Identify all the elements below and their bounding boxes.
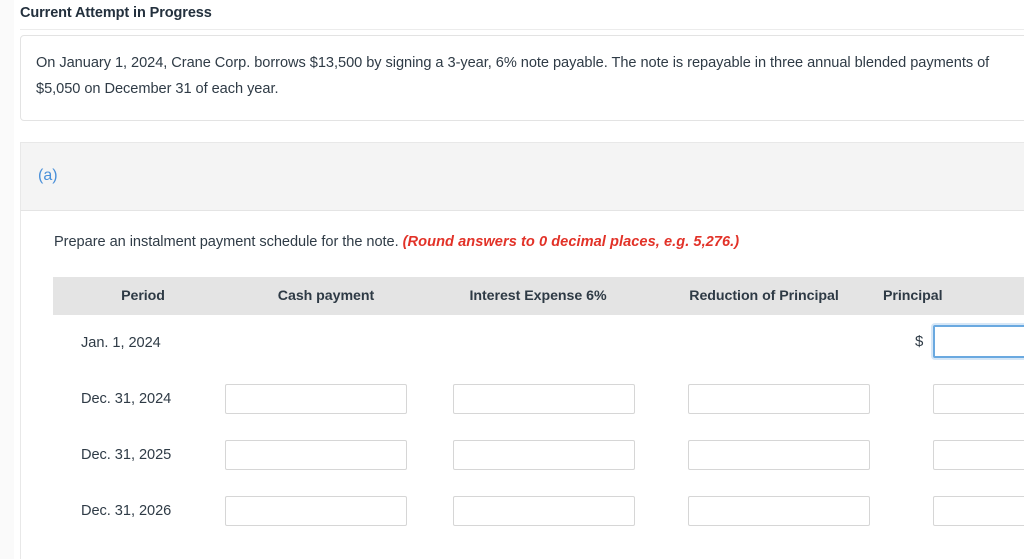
- input-cash-payment-row-1[interactable]: [225, 384, 407, 414]
- input-principal-row-0[interactable]: [933, 325, 1024, 358]
- page-root: Current Attempt in Progress On January 1…: [0, 0, 1024, 559]
- row-period-label: Dec. 31, 2025: [81, 447, 172, 463]
- instruction-main-text: Prepare an instalment payment schedule f…: [54, 234, 399, 250]
- row-period-label: Dec. 31, 2026: [81, 503, 172, 519]
- column-header-reduction-of-principal: Reduction of Principal: [689, 288, 839, 304]
- currency-symbol: $: [915, 333, 924, 350]
- table-row: Dec. 31, 2025: [53, 427, 1024, 483]
- input-principal-row-2[interactable]: [933, 440, 1024, 470]
- input-interest-expense-row-3[interactable]: [453, 496, 635, 526]
- page-left-gutter: [0, 0, 14, 559]
- part-a-header-band: (a): [20, 142, 1024, 211]
- column-header-principal: Principal: [883, 288, 943, 304]
- input-cash-payment-row-3[interactable]: [225, 496, 407, 526]
- input-reduction-of-principal-row-3[interactable]: [688, 496, 870, 526]
- instruction-line: Prepare an instalment payment schedule f…: [54, 232, 739, 252]
- column-header-period: Period: [121, 288, 165, 304]
- problem-statement-text: On January 1, 2024, Crane Corp. borrows …: [36, 55, 990, 97]
- table-row: Dec. 31, 2024: [53, 371, 1024, 427]
- part-a-label: (a): [38, 167, 58, 184]
- input-interest-expense-row-1[interactable]: [453, 384, 635, 414]
- rounding-note-text: (Round answers to 0 decimal places, e.g.…: [402, 234, 740, 250]
- input-principal-row-1[interactable]: [933, 384, 1024, 414]
- table-row: Dec. 31, 2026: [53, 483, 1024, 539]
- input-interest-expense-row-2[interactable]: [453, 440, 635, 470]
- instalment-payment-schedule-table: Period Cash payment Interest Expense 6% …: [53, 277, 1024, 557]
- input-principal-row-3[interactable]: [933, 496, 1024, 526]
- header-divider: [20, 29, 1024, 30]
- input-reduction-of-principal-row-2[interactable]: [688, 440, 870, 470]
- part-a-body-panel: Prepare an instalment payment schedule f…: [20, 211, 1024, 559]
- column-header-cash-payment: Cash payment: [277, 288, 375, 304]
- column-header-interest-expense: Interest Expense 6%: [469, 288, 607, 304]
- row-period-label: Jan. 1, 2024: [81, 335, 161, 351]
- attempt-status-title: Current Attempt in Progress: [20, 5, 212, 21]
- row-period-label: Dec. 31, 2024: [81, 391, 172, 407]
- table-row: Jan. 1, 2024 $: [53, 315, 1024, 371]
- table-header-row: Period Cash payment Interest Expense 6% …: [53, 277, 1024, 315]
- problem-statement-card: On January 1, 2024, Crane Corp. borrows …: [20, 35, 1024, 121]
- input-cash-payment-row-2[interactable]: [225, 440, 407, 470]
- input-reduction-of-principal-row-1[interactable]: [688, 384, 870, 414]
